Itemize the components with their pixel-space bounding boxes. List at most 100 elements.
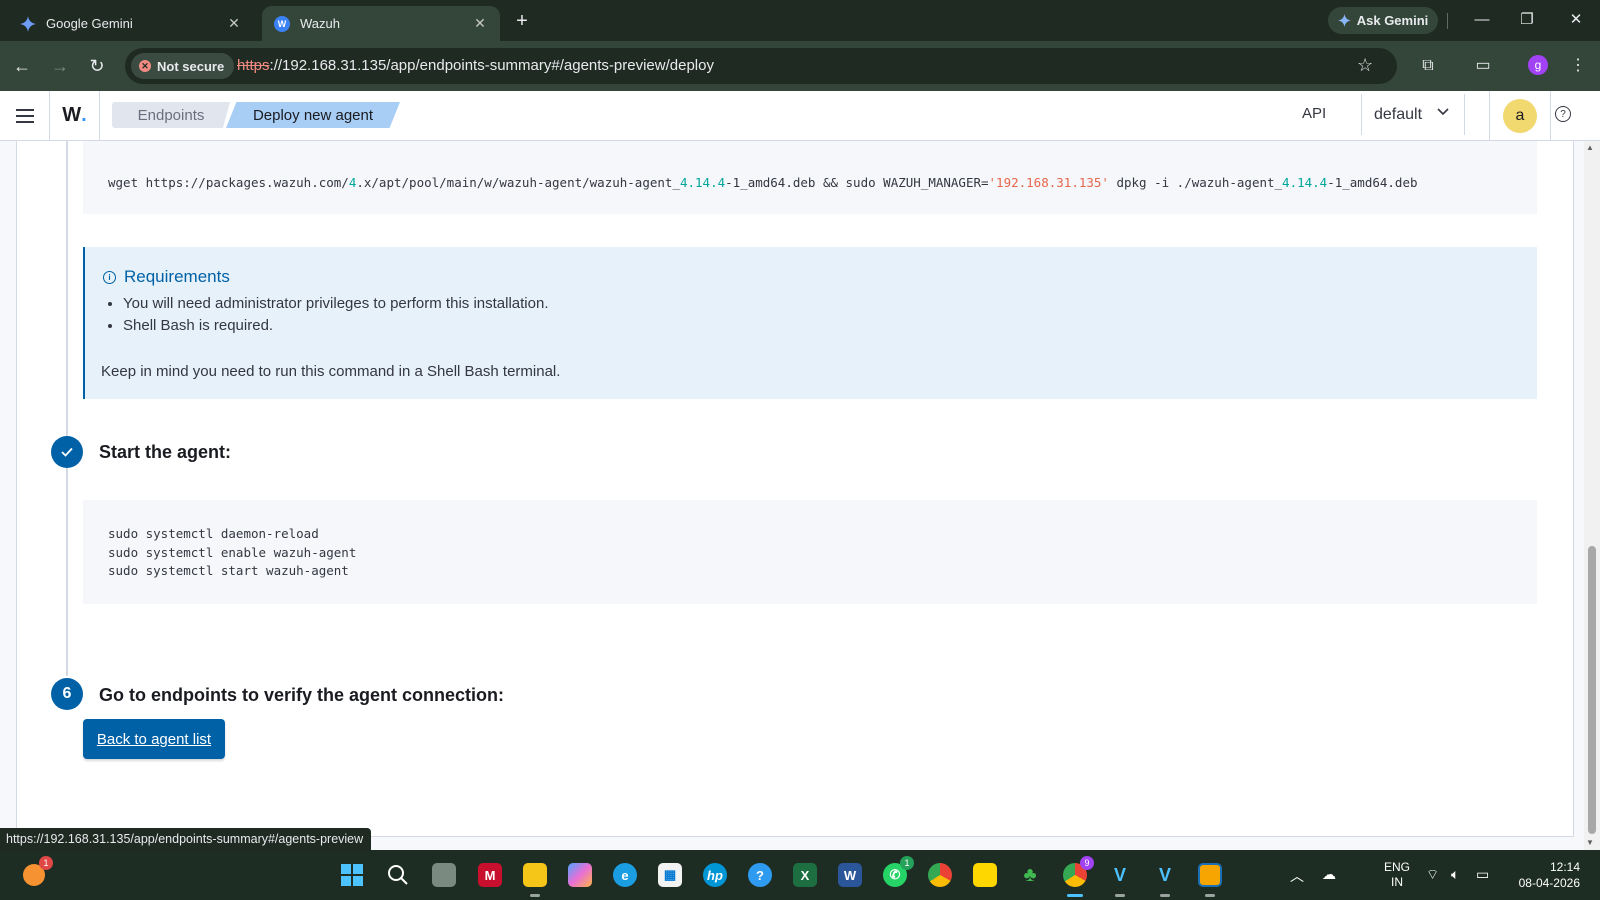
chrome-icon[interactable] (924, 859, 956, 891)
start-agent-command-block[interactable]: sudo systemctl daemon-reload sudo system… (83, 500, 1537, 604)
ask-gemini-label: Ask Gemini (1356, 13, 1429, 28)
profile-avatar[interactable]: g (1528, 55, 1548, 75)
edge-browser-icon[interactable]: e (609, 859, 641, 891)
task-view-icon[interactable] (428, 859, 460, 891)
scroll-down-arrow-icon[interactable]: ▼ (1586, 838, 1594, 847)
restore-window-button[interactable]: ❐ (1507, 8, 1547, 32)
chevron-down-icon (1436, 104, 1450, 121)
forward-arrow-icon[interactable]: → (48, 54, 72, 78)
whatsapp-icon[interactable]: ✆ 1 (879, 856, 914, 891)
notification-badge: 9 (1080, 856, 1094, 870)
install-command-text: wget https://packages.wazuh.com/4.x/apt/… (108, 175, 1418, 190)
system-clock[interactable]: 12:14 08-04-2026 (1510, 859, 1580, 891)
browser-toolbar: ← → ↻ ✕ Not secure https://192.168.31.13… (0, 41, 1600, 91)
battery-icon[interactable]: ▭ (1476, 866, 1489, 883)
tab-google-gemini[interactable]: Google Gemini ✕ (8, 6, 254, 41)
virtualbox-icon[interactable] (1194, 859, 1226, 897)
warning-icon: ✕ (139, 60, 151, 72)
gemini-sparkle-icon (1337, 14, 1351, 27)
bookmark-star-icon[interactable]: ☆ (1357, 55, 1373, 76)
command-line: sudo systemctl daemon-reload (108, 526, 319, 541)
logo-dot: . (81, 104, 87, 126)
wazuh-logo[interactable]: W. (50, 91, 100, 140)
address-bar[interactable]: ✕ Not secure https://192.168.31.135/app/… (125, 48, 1397, 84)
scrollbar-thumb[interactable] (1588, 546, 1596, 834)
ask-gemini-button[interactable]: Ask Gemini (1328, 7, 1438, 34)
browser-tab-strip: Google Gemini ✕ W Wazuh ✕ + Ask Gemini —… (0, 0, 1600, 41)
code-token: -1_amd64.deb && sudo WAZUH_MANAGER= (725, 175, 989, 190)
tree-app-icon[interactable]: ♣ (1014, 859, 1046, 891)
user-menu[interactable]: a (1489, 91, 1551, 140)
not-secure-chip[interactable]: ✕ Not secure (131, 53, 235, 79)
tab-wazuh[interactable]: W Wazuh ✕ (262, 6, 500, 41)
install-command-block[interactable]: wget https://packages.wazuh.com/4.x/apt/… (83, 141, 1537, 214)
url-text[interactable]: https://192.168.31.135/app/endpoints-sum… (237, 57, 714, 74)
close-tab-icon[interactable]: ✕ (226, 15, 242, 32)
code-token: -1_amd64.deb (1327, 175, 1418, 190)
step-number-badge: 6 (51, 678, 83, 710)
callout-title: i Requirements (103, 267, 230, 287)
code-token: dpkg -i ./wazuh-agent_ (1108, 175, 1283, 190)
help-icon[interactable]: ? (1555, 106, 1571, 122)
vmware-icon[interactable]: V (1104, 859, 1136, 897)
divider (1447, 13, 1448, 29)
api-selector-dropdown[interactable]: default (1361, 94, 1465, 135)
status-bar-url: https://192.168.31.135/app/endpoints-sum… (0, 828, 372, 850)
api-link[interactable]: API (1302, 105, 1326, 122)
new-tab-button[interactable]: + (510, 10, 534, 34)
command-line: sudo systemctl enable wazuh-agent (108, 545, 357, 560)
copilot-icon[interactable] (564, 859, 596, 891)
step-title-start-agent: Start the agent: (99, 442, 232, 462)
reload-icon[interactable]: ↻ (85, 54, 109, 78)
browser-menu-icon[interactable]: ⋮ (1566, 54, 1590, 78)
vmware-icon-2[interactable]: V (1149, 859, 1181, 897)
widgets-weather-icon[interactable]: 1 (18, 856, 53, 891)
volume-icon[interactable]: 🔈︎ (1451, 866, 1459, 883)
get-help-icon[interactable]: ? (744, 859, 776, 891)
requirements-title: Requirements (124, 267, 230, 286)
menu-hamburger-icon[interactable] (0, 91, 50, 140)
notification-badge: 1 (39, 856, 53, 870)
gemini-sparkle-icon (20, 15, 36, 32)
breadcrumb-endpoints[interactable]: Endpoints (112, 102, 230, 128)
scroll-up-arrow-icon[interactable]: ▲ (1586, 143, 1594, 152)
microsoft-store-icon[interactable]: ▦ (654, 859, 686, 891)
extensions-puzzle-icon[interactable]: ⧉ (1416, 54, 1440, 78)
breadcrumb-deploy-new-agent: Deploy new agent (226, 102, 400, 128)
wifi-icon[interactable]: ⌔ (1426, 866, 1439, 884)
info-icon: i (103, 270, 116, 284)
minimize-window-button[interactable]: — (1462, 8, 1502, 32)
code-token: 4.14.4 (1282, 175, 1328, 190)
search-icon[interactable] (382, 859, 414, 891)
chrome-profile-icon[interactable]: 9 (1059, 856, 1094, 897)
back-to-agent-list-button[interactable]: Back to agent list (83, 719, 225, 759)
command-line: sudo systemctl start wazuh-agent (108, 563, 349, 578)
checkmark-icon (61, 447, 73, 457)
step-complete-badge (51, 436, 83, 468)
clock-time: 12:14 (1549, 860, 1580, 874)
code-token: 4.14.4 (679, 175, 726, 190)
language-indicator[interactable]: ENG IN (1384, 860, 1410, 890)
close-window-button[interactable]: ✕ (1556, 8, 1596, 32)
file-explorer-icon[interactable] (519, 859, 551, 897)
excel-icon[interactable]: X (789, 859, 821, 891)
windows-taskbar: 1 M e ▦ hp ? X W ✆ 1 ♣ 9 V V ︿ ☁ ENG IN … (0, 850, 1600, 900)
back-arrow-icon[interactable]: ← (10, 54, 34, 78)
deploy-agent-panel: wget https://packages.wazuh.com/4.x/apt/… (16, 141, 1574, 837)
tab-search-icon[interactable]: ▭ (1471, 54, 1495, 78)
mcafee-icon[interactable]: M (474, 859, 506, 891)
security-label: Not secure (157, 58, 225, 74)
avatar: a (1503, 98, 1537, 133)
onedrive-cloud-icon[interactable]: ☁ (1322, 866, 1336, 883)
app-header: W. Endpoints Deploy new agent API defaul… (0, 91, 1600, 141)
word-icon[interactable]: W (834, 859, 866, 891)
steps-rail (66, 141, 68, 676)
lang-line1: ENG (1384, 860, 1411, 874)
hp-icon[interactable]: hp (699, 859, 731, 891)
show-hidden-icons-chevron-icon[interactable]: ︿ (1290, 866, 1304, 886)
selector-value: default (1374, 105, 1423, 123)
code-token: .x/apt/pool/main/w/wazuh-agent/wazuh-age… (356, 175, 680, 190)
windows-start-icon[interactable] (336, 859, 368, 891)
close-tab-icon[interactable]: ✕ (472, 15, 488, 32)
sticky-notes-icon[interactable] (969, 859, 1001, 891)
